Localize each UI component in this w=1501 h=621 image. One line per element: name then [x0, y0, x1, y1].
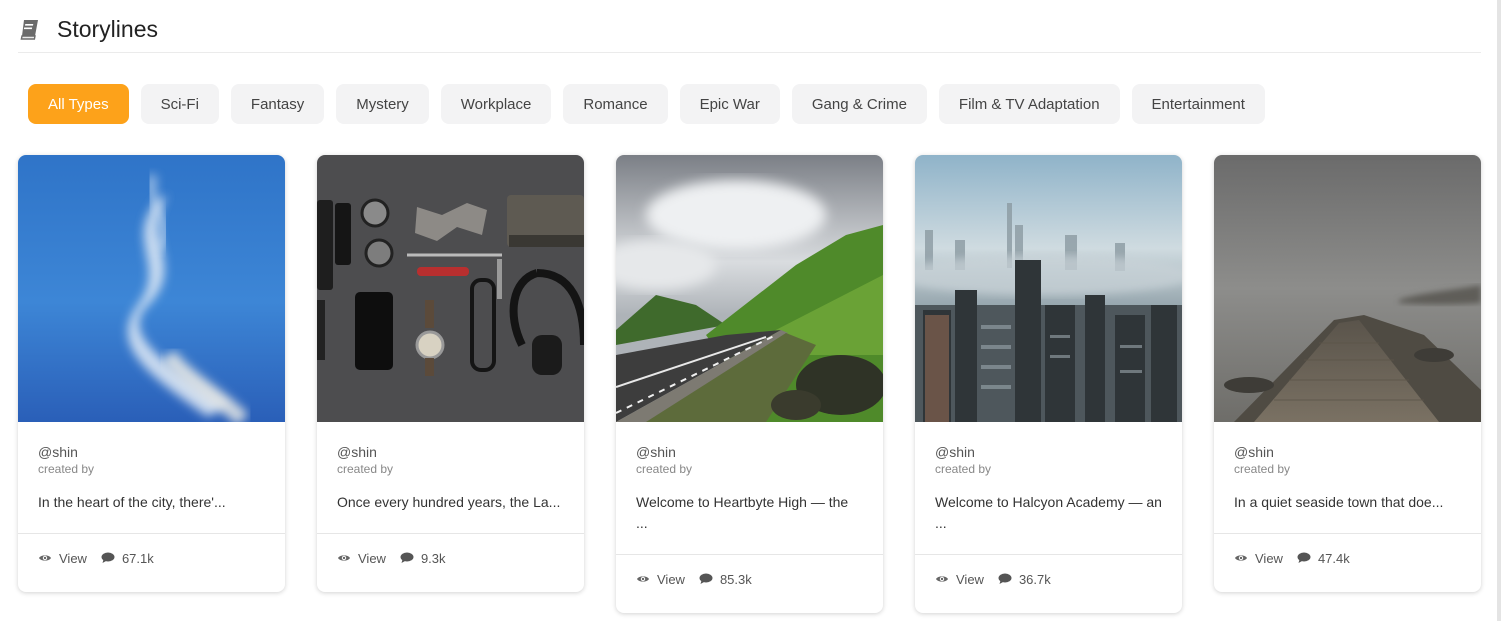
view-stat[interactable]: View	[935, 572, 984, 587]
storyline-card[interactable]: @shin created by Welcome to Heartbyte Hi…	[616, 155, 883, 613]
card-description: Welcome to Heartbyte High — the ...	[616, 492, 883, 555]
filter-chip-romance[interactable]: Romance	[563, 84, 668, 124]
filter-chip-workplace[interactable]: Workplace	[440, 84, 552, 124]
view-stat[interactable]: View	[636, 572, 685, 587]
card-description: Once every hundred years, the La...	[317, 492, 584, 534]
card-stats: View 47.4k	[1214, 534, 1481, 592]
card-created-label: created by	[337, 462, 394, 476]
storyline-card[interactable]: @shin created by In the heart of the cit…	[18, 155, 285, 592]
comment-count: 67.1k	[121, 550, 154, 566]
comment-stat: 67.1k	[101, 551, 154, 566]
filter-chip-fantasy[interactable]: Fantasy	[230, 84, 325, 124]
view-stat[interactable]: View	[1234, 551, 1283, 566]
card-thumbnail-foggy-pier	[1214, 155, 1481, 422]
filter-chip-sci-fi[interactable]: Sci-Fi	[140, 84, 219, 124]
card-thumbnail-flatlay	[317, 155, 584, 422]
comment-icon	[400, 552, 414, 563]
view-stat[interactable]: View	[337, 551, 386, 566]
card-created-label: created by	[1234, 462, 1291, 476]
card-author[interactable]: @shin	[337, 444, 564, 461]
comment-stat: 47.4k	[1297, 551, 1350, 566]
comment-icon	[101, 552, 115, 563]
storylines-page: Storylines All Types Sci-Fi Fantasy Myst…	[0, 0, 1501, 621]
view-label: View	[956, 571, 984, 587]
section-header: Storylines	[18, 0, 1481, 53]
view-label: View	[358, 550, 386, 566]
comment-count: 9.3k	[420, 550, 446, 566]
eye-icon	[936, 576, 948, 582]
comment-count: 85.3k	[719, 571, 752, 587]
card-created-label: created by	[636, 462, 693, 476]
card-description: Welcome to Halcyon Academy — an ...	[915, 492, 1182, 555]
comment-icon	[1297, 552, 1311, 563]
comment-count: 36.7k	[1018, 571, 1051, 587]
card-author[interactable]: @shin	[1234, 444, 1461, 461]
filter-chip-gang-crime[interactable]: Gang & Crime	[791, 84, 927, 124]
storyline-card[interactable]: @shin created by Welcome to Halcyon Acad…	[915, 155, 1182, 613]
card-stats: View 9.3k	[317, 534, 584, 592]
comment-stat: 85.3k	[699, 572, 752, 587]
scrollbar-track[interactable]	[1497, 0, 1501, 621]
card-author[interactable]: @shin	[636, 444, 863, 461]
filter-chip-epic-war[interactable]: Epic War	[679, 84, 780, 124]
comment-count: 47.4k	[1317, 550, 1350, 566]
card-description: In a quiet seaside town that doe...	[1214, 492, 1481, 534]
eye-icon	[1235, 555, 1247, 561]
filter-chip-mystery[interactable]: Mystery	[336, 84, 429, 124]
eye-icon	[637, 576, 649, 582]
comment-icon	[699, 573, 713, 584]
card-thumbnail-city-skyline	[915, 155, 1182, 422]
eye-icon	[39, 555, 51, 561]
view-label: View	[657, 571, 685, 587]
category-filter-bar: All Types Sci-Fi Fantasy Mystery Workpla…	[28, 84, 1483, 124]
card-stats: View 85.3k	[616, 555, 883, 613]
eye-icon	[338, 555, 350, 561]
view-label: View	[1255, 550, 1283, 566]
card-created-label: created by	[38, 462, 95, 476]
card-description: In the heart of the city, there'...	[18, 492, 285, 534]
storyline-card[interactable]: @shin created by Once every hundred year…	[317, 155, 584, 592]
card-stats: View 36.7k	[915, 555, 1182, 613]
card-thumbnail-sky	[18, 155, 285, 422]
comment-stat: 36.7k	[998, 572, 1051, 587]
storyline-card[interactable]: @shin created by In a quiet seaside town…	[1214, 155, 1481, 592]
card-author[interactable]: @shin	[38, 444, 265, 461]
card-created-label: created by	[935, 462, 992, 476]
filter-chip-all-types[interactable]: All Types	[28, 84, 129, 124]
card-author[interactable]: @shin	[935, 444, 1162, 461]
comment-stat: 9.3k	[400, 551, 446, 566]
filter-chip-film-tv-adaptation[interactable]: Film & TV Adaptation	[938, 84, 1120, 124]
storyline-card-grid: @shin created by In the heart of the cit…	[18, 155, 1483, 613]
page-title: Storylines	[57, 15, 158, 42]
card-thumbnail-mountain-road	[616, 155, 883, 422]
view-stat[interactable]: View	[38, 551, 87, 566]
comment-icon	[998, 573, 1012, 584]
card-stats: View 67.1k	[18, 534, 285, 592]
filter-chip-entertainment[interactable]: Entertainment	[1131, 84, 1265, 124]
book-icon	[18, 17, 42, 41]
view-label: View	[59, 550, 87, 566]
